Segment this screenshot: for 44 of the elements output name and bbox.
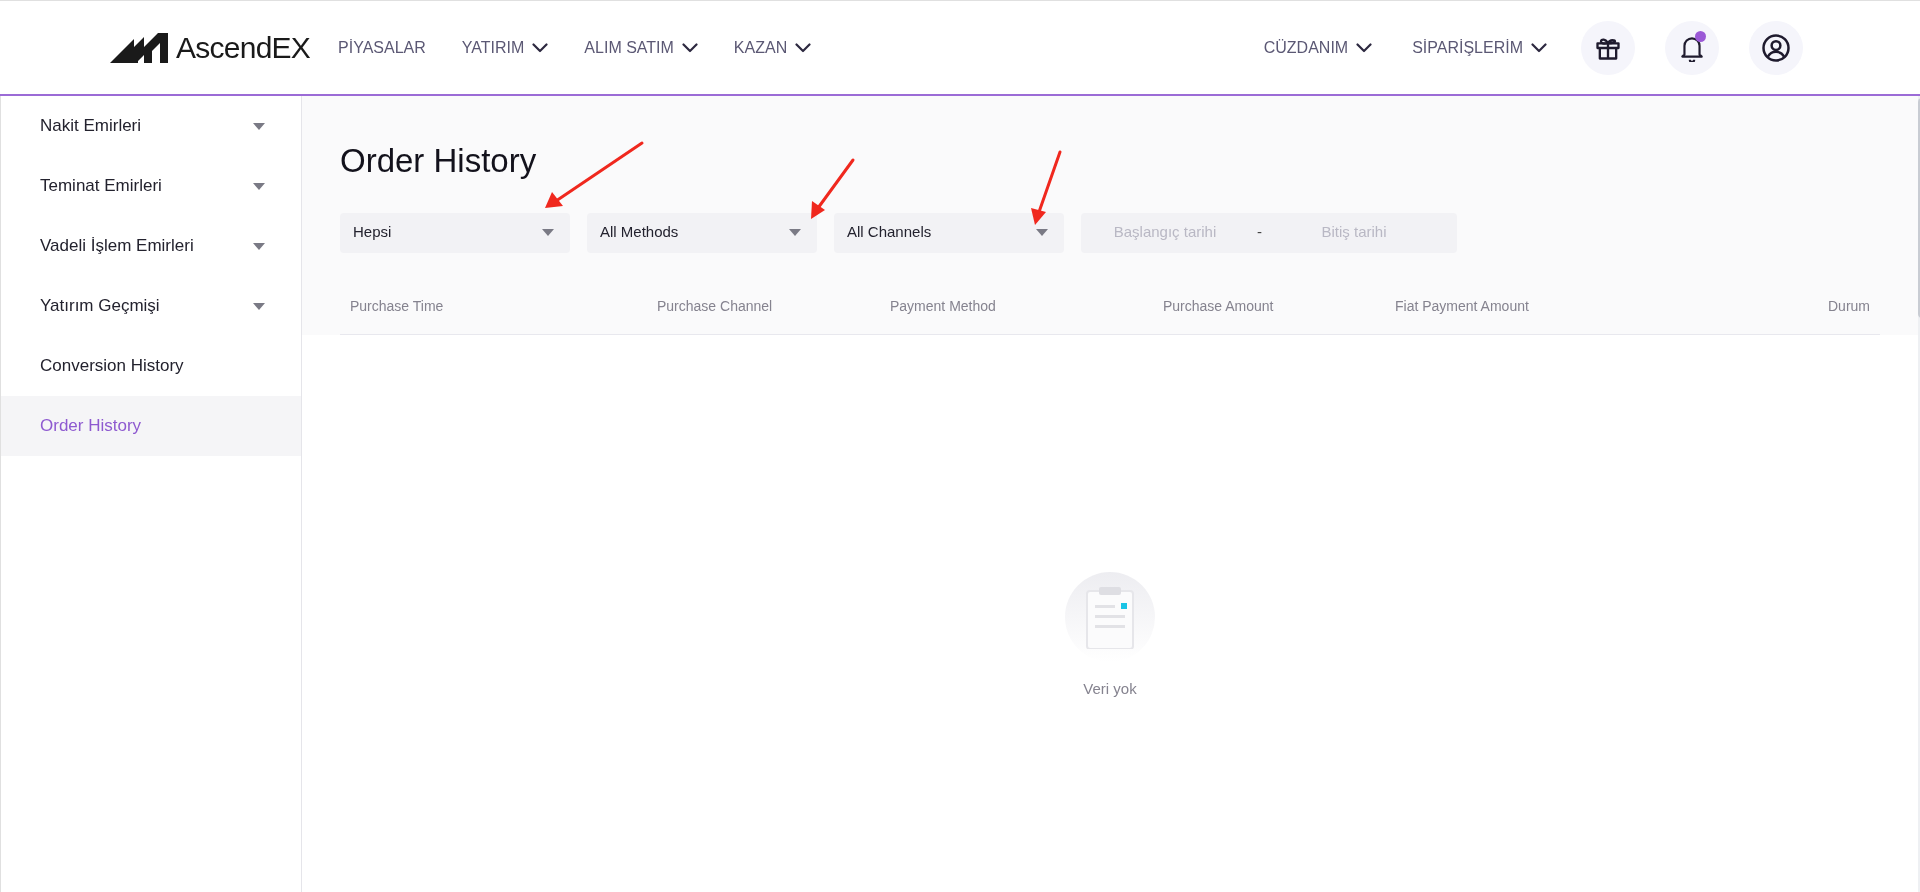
nav-menu-item[interactable]: ALIM SATIM [584, 35, 698, 60]
page-title: Order History [340, 141, 537, 181]
end-date-input[interactable]: Bitiş tarihi [1270, 221, 1438, 244]
column-header: Payment Method [890, 297, 996, 314]
start-date-input[interactable]: Başlangıç tarihi [1081, 221, 1249, 244]
logo-text: AscendEX [176, 30, 311, 66]
caret-down-icon [253, 242, 265, 250]
annotation-arrow [811, 158, 855, 219]
nav-menu-item[interactable]: YATIRIM [461, 35, 549, 60]
column-header: Durum [1828, 297, 1870, 314]
date-separator: - [1256, 222, 1263, 243]
logo[interactable]: AscendEX [110, 25, 311, 70]
nav-menu-item[interactable]: CÜZDANIM [1263, 35, 1373, 60]
filter-dropdown[interactable]: All Methods [587, 212, 817, 253]
caret-down-icon [542, 229, 554, 237]
logo-mark-icon [110, 32, 168, 63]
date-range-field[interactable]: Başlangıç tarihi - Bitiş tarihi [1081, 212, 1457, 253]
chevron-down-icon [1531, 42, 1547, 53]
nav-menu-item[interactable]: PİYASALAR [338, 35, 426, 60]
column-header: Purchase Time [350, 297, 444, 314]
caret-down-icon [789, 229, 801, 237]
sidebar-item[interactable]: Vadeli İşlem Emirleri [1, 216, 301, 276]
chevron-down-icon [1356, 42, 1373, 53]
caret-down-icon [1036, 229, 1048, 237]
chevron-down-icon [532, 42, 549, 53]
column-header: Purchase Channel [657, 297, 773, 314]
caret-down-icon [253, 302, 265, 310]
sidebar-item[interactable]: Order History [1, 396, 301, 456]
filter-dropdown[interactable]: All Channels [834, 212, 1064, 253]
nav-menu-item[interactable]: SİPARİŞLERİM [1412, 35, 1547, 60]
column-header: Purchase Amount [1163, 297, 1274, 314]
sidebar-item[interactable]: Nakit Emirleri [1, 96, 301, 156]
nav-menu-item[interactable]: KAZAN [733, 35, 812, 60]
user-icon [1761, 32, 1791, 63]
column-header: Fiat Payment Amount [1395, 297, 1529, 314]
filter-dropdown[interactable]: Hepsi [340, 212, 570, 253]
caret-down-icon [253, 182, 265, 190]
empty-state-text: Veri yok [1083, 678, 1137, 699]
sidebar-item[interactable]: Yatırım Geçmişi [1, 276, 301, 336]
chevron-down-icon [681, 42, 698, 53]
sidebar-item[interactable]: Conversion History [1, 336, 301, 396]
sidebar-item[interactable]: Teminat Emirleri [1, 156, 301, 216]
caret-down-icon [253, 122, 265, 130]
chevron-down-icon [795, 42, 812, 53]
